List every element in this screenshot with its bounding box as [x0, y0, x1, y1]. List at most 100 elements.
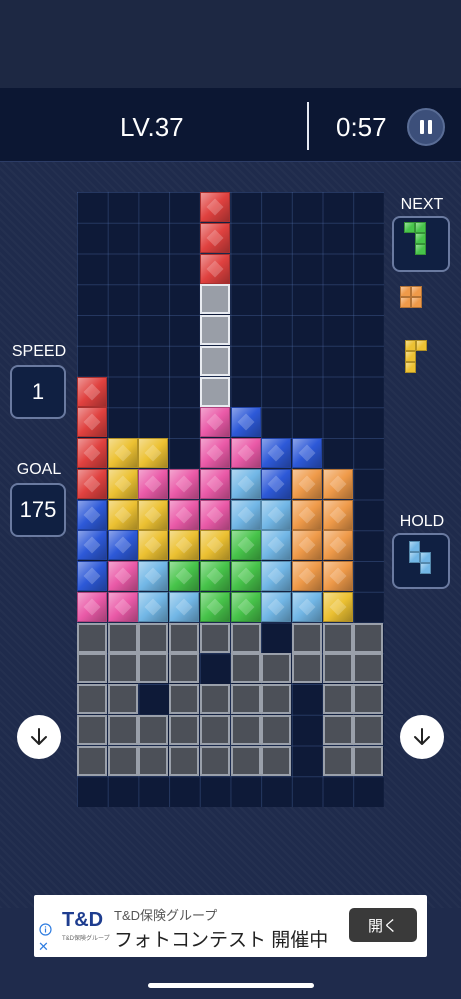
ad-sponsor: T&D保険グループ [114, 908, 218, 923]
board-block [230, 468, 261, 499]
board-block [169, 499, 200, 530]
hard-drop-left-button[interactable] [17, 715, 61, 759]
garbage-block [107, 653, 138, 684]
board-block [199, 222, 230, 253]
garbage-block [230, 653, 261, 684]
next-piece-2-block [400, 286, 411, 297]
hold-label: HOLD [399, 513, 445, 530]
next-piece-3-block [405, 362, 416, 373]
ad-open-button[interactable]: 開く [349, 908, 417, 942]
board-block [77, 591, 107, 622]
garbage-block [322, 622, 353, 653]
garbage-block [199, 745, 230, 776]
pause-button[interactable] [407, 108, 445, 146]
board-block [199, 468, 230, 499]
game-board[interactable] [77, 192, 384, 807]
garbage-block [353, 714, 384, 745]
board-block [107, 561, 138, 591]
board-block [261, 561, 292, 591]
board-block [199, 253, 230, 284]
board-block [107, 530, 138, 561]
board-block [291, 468, 322, 499]
garbage-block [353, 684, 384, 714]
board-block [322, 591, 353, 622]
board-block [107, 438, 138, 468]
ad-banner[interactable]: T&D T&D保険グループ T&D保険グループ フォトコンテスト 開催中 開く … [34, 895, 427, 957]
next-piece-1-block [415, 233, 426, 244]
garbage-block [77, 714, 107, 745]
board-block [77, 376, 107, 407]
board-block [230, 561, 261, 591]
hard-drop-right-button[interactable] [400, 715, 444, 759]
hold-piece-block [409, 541, 420, 552]
garbage-block [77, 745, 107, 776]
next-piece-3-block [416, 340, 427, 351]
board-block [291, 591, 322, 622]
garbage-block [291, 622, 322, 653]
board-block [261, 499, 292, 530]
next-piece-2-block [411, 286, 422, 297]
home-indicator [148, 983, 314, 988]
status-bar [0, 0, 461, 88]
board-block [169, 591, 200, 622]
board-block [138, 591, 169, 622]
board-block [169, 530, 200, 561]
garbage-block [199, 714, 230, 745]
board-block [261, 530, 292, 561]
garbage-block [169, 684, 200, 714]
garbage-block [261, 653, 292, 684]
board-block [230, 530, 261, 561]
garbage-block [169, 714, 200, 745]
next-piece-2-block [400, 297, 411, 308]
ad-logo-sub: T&D保険グループ [62, 936, 110, 942]
board-block [107, 499, 138, 530]
board-block [230, 407, 261, 438]
board-block [138, 438, 169, 468]
board-block [291, 561, 322, 591]
next-piece-3-block [405, 351, 416, 362]
ghost-block [199, 315, 230, 345]
hold-piece-block [409, 552, 420, 563]
next-piece-2-block [411, 297, 422, 308]
info-icon[interactable] [39, 923, 52, 936]
board-block [138, 530, 169, 561]
board-block [322, 499, 353, 530]
garbage-block [230, 622, 261, 653]
garbage-block [138, 745, 169, 776]
board-block [291, 530, 322, 561]
garbage-block [322, 684, 353, 714]
garbage-block [322, 745, 353, 776]
close-icon[interactable]: ✕ [38, 940, 49, 953]
garbage-block [322, 714, 353, 745]
garbage-block [138, 714, 169, 745]
garbage-block [77, 653, 107, 684]
board-block [322, 561, 353, 591]
garbage-block [77, 622, 107, 653]
board-block [230, 499, 261, 530]
board-block [291, 499, 322, 530]
next-label: NEXT [400, 196, 444, 213]
garbage-block [261, 745, 292, 776]
goal-label: GOAL [16, 461, 62, 478]
garbage-block [291, 653, 322, 684]
garbage-block [353, 745, 384, 776]
board-block [169, 468, 200, 499]
arrow-down-icon [31, 728, 47, 745]
garbage-block [138, 622, 169, 653]
board-block [77, 407, 107, 438]
board-block [261, 591, 292, 622]
board-block [291, 438, 322, 468]
board-block [138, 561, 169, 591]
garbage-block [261, 714, 292, 745]
board-block [77, 499, 107, 530]
board-block [138, 499, 169, 530]
ad-logo-text: T&D [62, 909, 104, 931]
ad-logo: T&D [62, 909, 103, 932]
board-block [199, 192, 230, 222]
hold-piece-block [420, 563, 431, 574]
garbage-block [169, 622, 200, 653]
board-block [77, 438, 107, 468]
garbage-block [261, 684, 292, 714]
ad-headline: フォトコンテスト 開催中 [114, 930, 329, 951]
level-indicator: LV.37 [120, 112, 184, 142]
